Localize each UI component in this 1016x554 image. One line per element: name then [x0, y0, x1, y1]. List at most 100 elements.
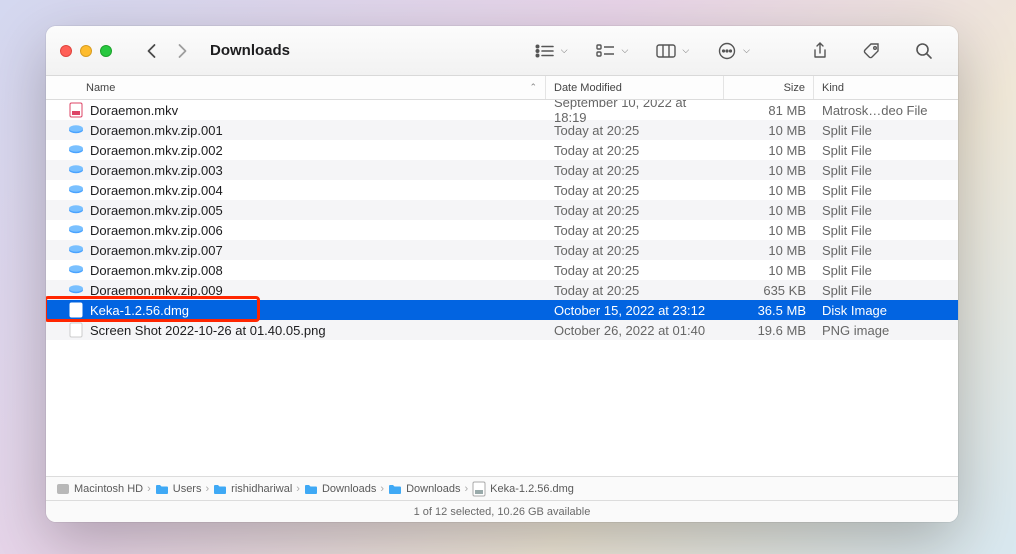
status-text: 1 of 12 selected, 10.26 GB available: [414, 506, 591, 518]
file-kind: Split File: [814, 203, 958, 218]
split-file-icon: [68, 182, 84, 198]
breadcrumb-label: Keka-1.2.56.dmg: [490, 483, 574, 495]
breadcrumb-label: Macintosh HD: [74, 483, 143, 495]
status-bar: 1 of 12 selected, 10.26 GB available: [46, 500, 958, 522]
column-headers: Name ⌃ Date Modified Size Kind: [46, 76, 958, 100]
column-header-date[interactable]: Date Modified: [546, 76, 724, 99]
file-date: September 10, 2022 at 18:19: [546, 100, 724, 125]
file-size: 10 MB: [724, 203, 814, 218]
file-date: Today at 20:25: [546, 263, 724, 278]
file-date: October 26, 2022 at 01:40: [546, 323, 724, 338]
breadcrumb-label: rishidhariwal: [231, 483, 292, 495]
file-row[interactable]: Doraemon.mkv.zip.008 Today at 20:25 10 M…: [46, 260, 958, 280]
file-name: Doraemon.mkv: [90, 103, 178, 118]
file-row[interactable]: Doraemon.mkv.zip.007 Today at 20:25 10 M…: [46, 240, 958, 260]
file-name: Doraemon.mkv.zip.006: [90, 223, 223, 238]
png-file-icon: [68, 322, 84, 338]
view-square-button[interactable]: ⌵: [586, 41, 635, 61]
square-list-icon: [592, 41, 620, 61]
file-date: Today at 20:25: [546, 203, 724, 218]
zoom-traffic-light[interactable]: [100, 45, 112, 57]
breadcrumb-item[interactable]: Users: [155, 482, 202, 496]
file-name: Doraemon.mkv.zip.003: [90, 163, 223, 178]
action-menu-button[interactable]: ⌵: [707, 41, 756, 61]
file-date: Today at 20:25: [546, 283, 724, 298]
breadcrumb-item[interactable]: Downloads: [304, 482, 376, 496]
file-row[interactable]: Doraemon.mkv September 10, 2022 at 18:19…: [46, 100, 958, 120]
group-by-button[interactable]: ⌵: [646, 41, 695, 61]
breadcrumb-separator-icon: ›: [296, 483, 300, 495]
file-name: Doraemon.mkv.zip.007: [90, 243, 223, 258]
bullet-list-icon: [531, 41, 559, 61]
file-row[interactable]: Doraemon.mkv.zip.001 Today at 20:25 10 M…: [46, 120, 958, 140]
view-bullet-button[interactable]: ⌵: [525, 41, 574, 61]
file-kind: Disk Image: [814, 303, 958, 318]
path-bar: Macintosh HD › Users › rishidhariwal › Downloa…: [46, 476, 958, 500]
file-row[interactable]: Doraemon.mkv.zip.003 Today at 20:25 10 M…: [46, 160, 958, 180]
split-file-icon: [68, 242, 84, 258]
file-size: 10 MB: [724, 183, 814, 198]
split-file-icon: [68, 162, 84, 178]
file-row[interactable]: Doraemon.mkv.zip.009 Today at 20:25 635 …: [46, 280, 958, 300]
search-button[interactable]: [904, 41, 944, 61]
column-header-name[interactable]: Name ⌃: [46, 76, 546, 99]
chevron-down-icon: ⌵: [561, 45, 568, 56]
column-header-kind[interactable]: Kind: [814, 76, 958, 99]
folder-icon: [155, 482, 169, 496]
file-size: 10 MB: [724, 143, 814, 158]
column-header-size[interactable]: Size: [724, 76, 814, 99]
file-size: 10 MB: [724, 163, 814, 178]
file-size: 81 MB: [724, 103, 814, 118]
disk-icon: [56, 482, 70, 496]
file-kind: Split File: [814, 163, 958, 178]
forward-button[interactable]: [173, 43, 192, 59]
tags-button[interactable]: [852, 41, 892, 61]
breadcrumb-separator-icon: ›: [147, 483, 151, 495]
dmg-icon: [472, 482, 486, 496]
breadcrumb-separator-icon: ›: [380, 483, 384, 495]
finder-window: Downloads ⌵ ⌵ ⌵ ⌵: [46, 26, 958, 522]
file-row[interactable]: Keka-1.2.56.dmg October 15, 2022 at 23:1…: [46, 300, 958, 320]
file-row[interactable]: Doraemon.mkv.zip.004 Today at 20:25 10 M…: [46, 180, 958, 200]
breadcrumb-item[interactable]: Keka-1.2.56.dmg: [472, 482, 574, 496]
chevron-down-icon: ⌵: [622, 45, 629, 56]
file-kind: Split File: [814, 263, 958, 278]
file-date: Today at 20:25: [546, 163, 724, 178]
sort-ascending-icon: ⌃: [529, 82, 537, 93]
file-kind: Split File: [814, 223, 958, 238]
file-row[interactable]: Doraemon.mkv.zip.006 Today at 20:25 10 M…: [46, 220, 958, 240]
file-kind: Split File: [814, 143, 958, 158]
file-name: Keka-1.2.56.dmg: [90, 303, 189, 318]
close-traffic-light[interactable]: [60, 45, 72, 57]
file-kind: Split File: [814, 243, 958, 258]
file-name: Doraemon.mkv.zip.005: [90, 203, 223, 218]
file-kind: Split File: [814, 183, 958, 198]
file-size: 19.6 MB: [724, 323, 814, 338]
share-button[interactable]: [800, 41, 840, 61]
mkv-file-icon: [68, 102, 84, 118]
file-name: Doraemon.mkv.zip.009: [90, 283, 223, 298]
search-icon: [910, 41, 938, 61]
breadcrumb-item[interactable]: Macintosh HD: [56, 482, 143, 496]
file-row[interactable]: Screen Shot 2022-10-26 at 01.40.05.png O…: [46, 320, 958, 340]
file-list[interactable]: Doraemon.mkv September 10, 2022 at 18:19…: [46, 100, 958, 476]
file-size: 10 MB: [724, 223, 814, 238]
breadcrumb-item[interactable]: Downloads: [388, 482, 460, 496]
back-button[interactable]: [142, 43, 161, 59]
file-kind: Split File: [814, 283, 958, 298]
window-toolbar: Downloads ⌵ ⌵ ⌵ ⌵: [46, 26, 958, 76]
split-file-icon: [68, 202, 84, 218]
file-size: 10 MB: [724, 243, 814, 258]
file-name: Doraemon.mkv.zip.004: [90, 183, 223, 198]
file-row[interactable]: Doraemon.mkv.zip.005 Today at 20:25 10 M…: [46, 200, 958, 220]
chevron-down-icon: ⌵: [682, 45, 689, 56]
file-date: Today at 20:25: [546, 123, 724, 138]
file-row[interactable]: Doraemon.mkv.zip.002 Today at 20:25 10 M…: [46, 140, 958, 160]
breadcrumb-item[interactable]: rishidhariwal: [213, 482, 292, 496]
breadcrumb-label: Users: [173, 483, 202, 495]
split-file-icon: [68, 222, 84, 238]
file-size: 635 KB: [724, 283, 814, 298]
minimize-traffic-light[interactable]: [80, 45, 92, 57]
folder-icon: [304, 482, 318, 496]
file-kind: PNG image: [814, 323, 958, 338]
